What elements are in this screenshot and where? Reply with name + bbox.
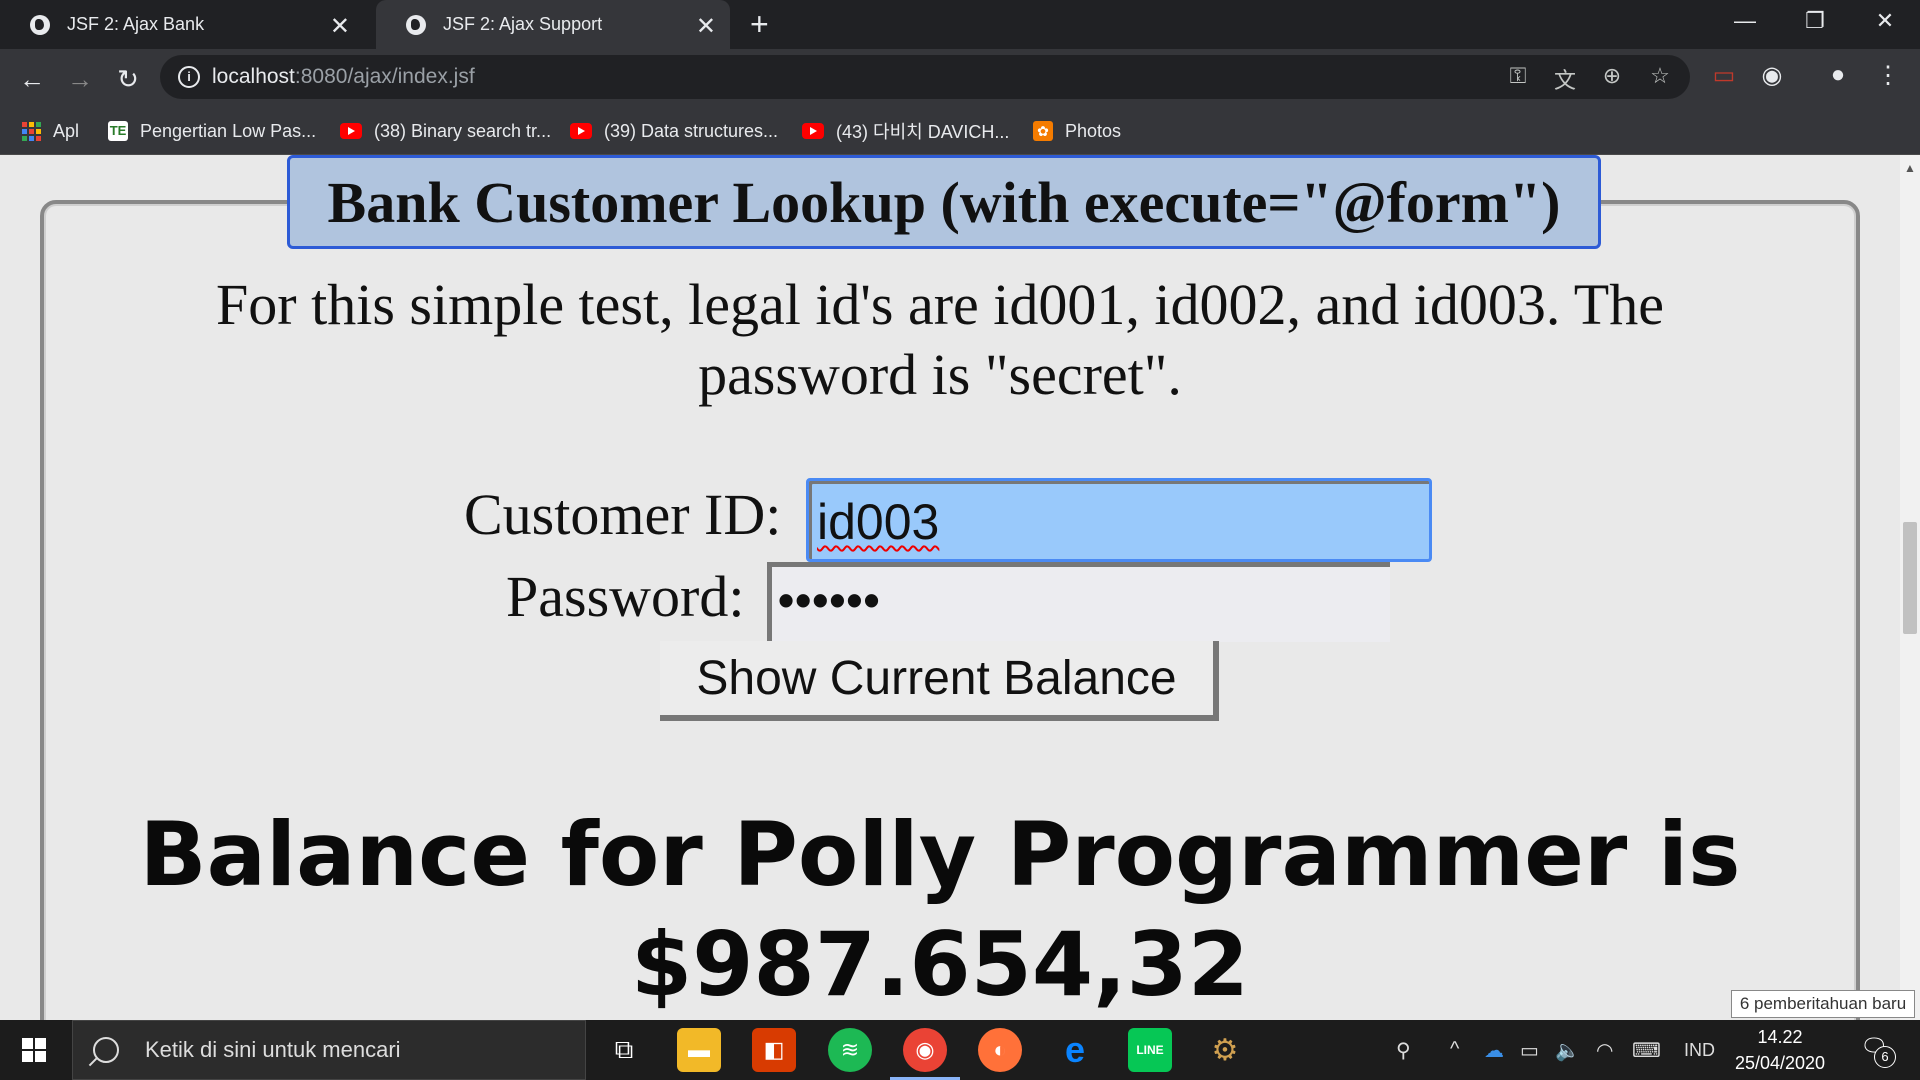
youtube-icon — [570, 123, 592, 139]
profile-avatar-icon[interactable]: ● — [1820, 61, 1856, 97]
wifi-icon[interactable]: ◠ — [1596, 1038, 1613, 1063]
bookmark-label: (43) 다비치 DAVICH... — [836, 122, 1010, 142]
url-host: localhost — [212, 65, 295, 88]
keyboard-icon[interactable]: ⌨ — [1632, 1038, 1661, 1063]
tab-title: JSF 2: Ajax Bank — [67, 14, 205, 34]
bookmark-label: Photos — [1065, 120, 1122, 141]
windows-start-icon[interactable] — [22, 1038, 46, 1062]
bookmark-photos[interactable]: ✿ Photos — [1033, 118, 1121, 144]
te-icon: TE — [108, 121, 128, 141]
customer-id-input[interactable]: id003 — [806, 478, 1432, 562]
balance-line-1: Balance for Polly Programmer is — [139, 803, 1741, 906]
task-view-icon[interactable]: ⧉ — [602, 1028, 646, 1072]
site-info-icon[interactable]: i — [178, 66, 200, 88]
reload-icon[interactable]: ↻ — [108, 59, 148, 99]
bookmark-label: (39) Data structures... — [604, 120, 779, 141]
customer-id-value: id003 — [817, 494, 940, 550]
extension-icon[interactable]: ▭ — [1706, 61, 1742, 97]
vertical-scrollbar[interactable]: ▲ — [1900, 155, 1920, 1020]
back-arrow-icon[interactable]: ← — [12, 59, 52, 99]
customer-id-label: Customer ID: — [464, 482, 782, 547]
people-icon[interactable]: ⚲ — [1396, 1038, 1411, 1063]
close-tab-icon[interactable]: ✕ — [696, 12, 716, 41]
notification-tooltip: 6 pemberitahuan baru — [1731, 990, 1915, 1018]
url-path: :8080/ajax/index.jsf — [294, 65, 475, 88]
firefox-icon[interactable]: ◐ — [978, 1028, 1022, 1072]
restore-button[interactable]: ❐ — [1780, 0, 1850, 42]
intro-text: For this simple test, legal id's are id0… — [216, 272, 1664, 407]
youtube-icon — [340, 123, 362, 139]
file-explorer-icon[interactable]: ▬ — [677, 1028, 721, 1072]
windows-taskbar: Ketik di sini untuk mencari ⧉ ▬ ◧ ≋ ◉ ◐ … — [0, 1020, 1920, 1080]
office-icon[interactable]: ◧ — [752, 1028, 796, 1072]
notification-count-badge: 6 — [1874, 1046, 1896, 1068]
bookmark-star-icon[interactable]: ☆ — [1646, 63, 1674, 91]
balance-result: Balance for Polly Programmer is $987.654… — [60, 800, 1820, 1020]
new-tab-button[interactable]: + — [750, 6, 769, 43]
bookmark-low-pass[interactable]: TE Pengertian Low Pas... — [108, 118, 316, 144]
show-balance-button[interactable]: Show Current Balance — [660, 641, 1219, 721]
bookmark-davichi[interactable]: (43) 다비치 DAVICH... — [802, 118, 1009, 144]
clock-date: 25/04/2020 — [1734, 1053, 1826, 1073]
onedrive-icon[interactable]: ☁ — [1484, 1038, 1504, 1063]
bookmark-data-structures[interactable]: (39) Data structures... — [570, 118, 778, 144]
close-window-button[interactable]: ✕ — [1850, 0, 1920, 42]
forward-arrow-icon[interactable]: → — [60, 59, 100, 99]
bookmarks-bar: Apl TE Pengertian Low Pas... (38) Binary… — [0, 109, 1920, 155]
bookmark-binary-search[interactable]: (38) Binary search tr... — [340, 118, 551, 144]
address-bar[interactable]: i localhost:8080/ajax/index.jsf ⚿ 文 ⊕ ☆ — [160, 55, 1690, 99]
search-placeholder: Ketik di sini untuk mencari — [145, 1037, 401, 1062]
globe-icon — [30, 14, 50, 35]
settings-gear-icon[interactable]: ⚙ — [1203, 1028, 1247, 1072]
clock-time: 14.22 — [1757, 1027, 1803, 1047]
photos-icon: ✿ — [1033, 121, 1053, 141]
tab-title: JSF 2: Ajax Support — [443, 14, 603, 34]
chrome-icon[interactable]: ◉ — [903, 1028, 947, 1072]
url-text[interactable]: localhost:8080/ajax/index.jsf — [212, 65, 475, 89]
browser-tab-bar: JSF 2: Ajax Bank ✕ JSF 2: Ajax Support ✕… — [0, 0, 1920, 49]
extension-circle-icon[interactable]: ◉ — [1754, 61, 1790, 97]
scroll-up-arrow-icon[interactable]: ▲ — [1904, 161, 1916, 175]
taskbar-search-box[interactable]: Ketik di sini untuk mencari — [72, 1020, 586, 1080]
spotify-icon[interactable]: ≋ — [828, 1028, 872, 1072]
zoom-icon[interactable]: ⊕ — [1598, 63, 1626, 91]
browser-toolbar: ← → ↻ i localhost:8080/ajax/index.jsf ⚿ … — [0, 49, 1920, 109]
password-input[interactable]: •••••• — [767, 562, 1390, 642]
globe-icon — [406, 14, 426, 35]
key-icon[interactable]: ⚿ — [1504, 63, 1532, 91]
password-value: •••••• — [778, 574, 881, 626]
balance-line-2: $987.654,32 — [631, 913, 1249, 1016]
menu-kebab-icon[interactable]: ⋮ — [1870, 61, 1906, 97]
language-indicator[interactable]: IND — [1684, 1040, 1715, 1061]
bookmark-apps[interactable]: Apl — [22, 118, 79, 144]
tab-ajax-support[interactable]: JSF 2: Ajax Support ✕ — [376, 0, 730, 49]
tab-ajax-bank[interactable]: JSF 2: Ajax Bank ✕ — [0, 0, 364, 49]
page-viewport: Bank Customer Lookup (with execute="@for… — [0, 155, 1900, 1020]
line-icon[interactable]: LINE — [1128, 1028, 1172, 1072]
edge-icon[interactable]: e — [1053, 1028, 1097, 1072]
taskbar-clock[interactable]: 14.22 25/04/2020 — [1727, 1024, 1833, 1076]
close-tab-icon[interactable]: ✕ — [330, 12, 350, 41]
bookmark-label: Pengertian Low Pas... — [140, 120, 317, 141]
battery-icon[interactable]: ▭ — [1520, 1038, 1539, 1063]
search-icon — [93, 1037, 119, 1063]
minimize-button[interactable]: — — [1710, 0, 1780, 42]
apps-grid-icon — [22, 121, 41, 141]
bookmark-label: (38) Binary search tr... — [374, 120, 552, 141]
action-center-icon[interactable]: 🗨 6 — [1860, 1034, 1896, 1068]
page-title: Bank Customer Lookup (with execute="@for… — [287, 155, 1601, 249]
translate-icon[interactable]: 文 — [1551, 63, 1579, 93]
volume-icon[interactable]: 🔈 — [1555, 1038, 1580, 1063]
youtube-icon — [802, 123, 824, 139]
bookmark-label: Apl — [53, 120, 80, 141]
password-label: Password: — [506, 564, 745, 629]
scrollbar-thumb[interactable] — [1903, 522, 1917, 634]
chevron-up-icon[interactable]: ^ — [1450, 1038, 1459, 1061]
